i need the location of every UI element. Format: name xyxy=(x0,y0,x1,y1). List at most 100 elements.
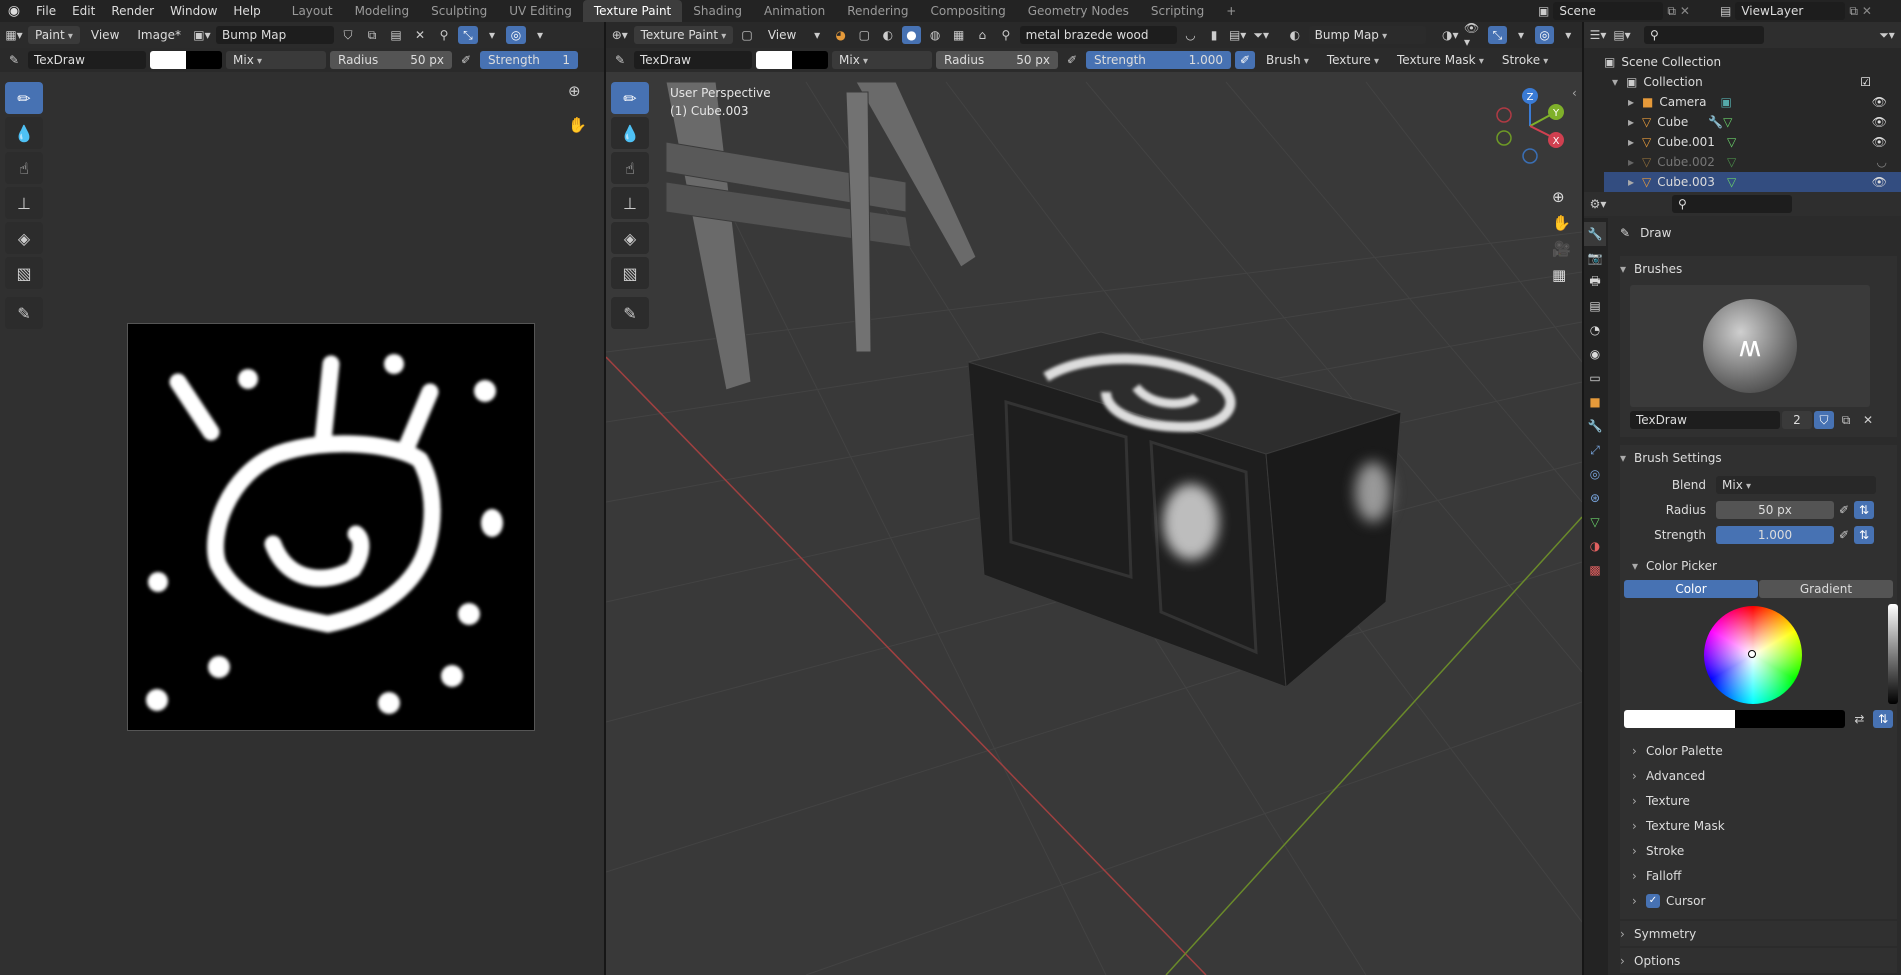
mesh-data-icon[interactable]: ▽ xyxy=(1727,155,1736,169)
brush-settings-panel-header[interactable]: ▾ Brush Settings xyxy=(1620,445,1897,470)
view-layer-tab-icon[interactable]: ▤ xyxy=(1584,294,1606,318)
tab-sculpting[interactable]: Sculpting xyxy=(420,0,498,22)
editor-type-icon[interactable]: ▦▾ xyxy=(4,26,24,44)
color-wheel[interactable] xyxy=(1704,606,1802,704)
section-cursor[interactable]: › ✓ Cursor xyxy=(1620,888,1897,913)
viewlayer-field[interactable]: ViewLayer xyxy=(1735,2,1846,20)
strength-unit-icon[interactable]: ⇅ xyxy=(1854,525,1874,544)
blend-dropdown[interactable]: Mix xyxy=(1716,475,1876,494)
duplicate-brush-icon[interactable]: ⧉ xyxy=(1836,411,1856,429)
tool-tab-icon[interactable]: 🔧 xyxy=(1584,222,1606,246)
shading-options-icon[interactable]: ▦ xyxy=(949,26,969,44)
radius-slider[interactable]: 50 px xyxy=(1716,500,1834,519)
outliner-filter-icon[interactable]: ⏷▾ xyxy=(1877,26,1897,44)
tab-modeling[interactable]: Modeling xyxy=(344,0,421,22)
visibility-eye-icon[interactable]: 👁 xyxy=(1872,135,1887,149)
radius-pressure-icon[interactable]: ✐ xyxy=(456,51,476,69)
bookmark-icon[interactable]: ▮ xyxy=(1204,26,1224,44)
section-advanced[interactable]: › Advanced xyxy=(1620,763,1897,788)
shading-extra-icon[interactable]: ⌂ xyxy=(972,26,992,44)
brushes-panel-header[interactable]: ▾ Brushes xyxy=(1620,256,1897,281)
strength-slider[interactable]: 1.000 xyxy=(1716,525,1834,544)
overlay-toggle-icon[interactable]: ◎ xyxy=(505,26,526,44)
shading-wire-icon[interactable]: ▢ xyxy=(855,26,875,44)
stroke-menu[interactable]: Stroke xyxy=(1495,51,1555,69)
blend-dropdown[interactable]: Mix xyxy=(226,51,326,69)
visibility-eye-icon[interactable]: 👁 xyxy=(1872,95,1887,109)
layout-icon[interactable]: ▤▾ xyxy=(1228,26,1248,44)
blender-logo-icon[interactable]: ◉ xyxy=(0,3,28,19)
physics-tab-icon[interactable]: ◎ xyxy=(1584,462,1606,486)
material-search-field[interactable]: metal brazede wood xyxy=(1019,26,1177,44)
render-tab-icon[interactable]: 📷 xyxy=(1584,246,1606,270)
tab-animation[interactable]: Animation xyxy=(753,0,836,22)
navigation-gizmo[interactable]: Z Y X xyxy=(1490,86,1570,166)
new-image-icon[interactable]: ⧉ xyxy=(362,26,382,44)
image-browse-icon[interactable]: ▣▾ xyxy=(192,26,212,44)
color-picker-subpanel-header[interactable]: ▾ Color Picker xyxy=(1620,553,1897,578)
constraints-tab-icon[interactable]: ⊛ xyxy=(1584,486,1606,510)
viewlayer-copy-icon[interactable]: ⧉ xyxy=(1849,4,1858,19)
outliner-row-cube001[interactable]: ▸ ▽ Cube.001 ▽ 👁 xyxy=(1604,132,1901,152)
viewlayer-icon[interactable]: ▤ xyxy=(1720,4,1731,18)
strength-slider[interactable]: Strength 1 xyxy=(480,51,578,69)
value-slider[interactable] xyxy=(1888,604,1898,704)
section-color-palette[interactable]: › Color Palette xyxy=(1620,738,1897,763)
menu-file[interactable]: File xyxy=(28,0,64,22)
properties-editor-icon[interactable]: ⚙▾ xyxy=(1588,195,1608,213)
tab-shading[interactable]: Shading xyxy=(682,0,753,22)
menu-window[interactable]: Window xyxy=(162,0,225,22)
options-panel-header[interactable]: › Options xyxy=(1620,948,1897,973)
scene-copy-icon[interactable]: ⧉ xyxy=(1667,4,1676,19)
primary-color-swatch[interactable] xyxy=(1624,710,1735,728)
vp-draw-tool-icon[interactable]: ✏ xyxy=(611,82,649,114)
viewlayer-close-icon[interactable]: ✕ xyxy=(1862,4,1872,18)
shading-rendered-icon[interactable]: ◍ xyxy=(925,26,945,44)
filter-icon[interactable]: ⏷▾ xyxy=(1251,26,1271,44)
expand-arrow-icon[interactable]: ▾ xyxy=(1612,75,1626,89)
scene-collection-row[interactable]: ▣ Scene Collection xyxy=(1604,52,1901,72)
color-unified-icon[interactable]: ⇅ xyxy=(1873,710,1893,728)
viewport-strength-pressure-icon[interactable]: ✐ xyxy=(1235,51,1255,69)
gradient-tab[interactable]: Gradient xyxy=(1759,580,1893,598)
vp-soften-tool-icon[interactable]: 💧 xyxy=(611,117,649,149)
modifier-tab-icon[interactable]: 🔧 xyxy=(1584,414,1606,438)
viewport-brush-field[interactable]: TexDraw xyxy=(634,51,752,69)
tab-uv-editing[interactable]: UV Editing xyxy=(498,0,583,22)
outliner-display-icon[interactable]: ▤▾ xyxy=(1612,26,1632,44)
mesh-data-icon[interactable]: ▽ xyxy=(1727,135,1736,149)
visibility-eye-icon[interactable]: 👁 xyxy=(1872,115,1887,129)
viewport-paint-mask-icon[interactable]: ▢ xyxy=(737,26,757,44)
image-sphere-icon[interactable]: ◐ xyxy=(1285,26,1305,44)
menu-help[interactable]: Help xyxy=(225,0,268,22)
scene-close-icon[interactable]: ✕ xyxy=(1680,4,1690,18)
shading-material-icon[interactable]: ◐ xyxy=(878,26,898,44)
bump-map-canvas[interactable] xyxy=(127,323,535,731)
mask-tool-icon[interactable]: ▧ xyxy=(5,257,43,289)
image-menu[interactable]: Image* xyxy=(130,26,188,44)
hidden-eye-icon[interactable]: ◡ xyxy=(1877,155,1887,169)
outliner-editor-icon[interactable]: ☰▾ xyxy=(1588,26,1608,44)
texture-mask-menu[interactable]: Texture Mask xyxy=(1390,51,1491,69)
scene-field[interactable]: Scene xyxy=(1553,2,1664,20)
menu-edit[interactable]: Edit xyxy=(64,0,103,22)
shading-texture-icon[interactable]: ● xyxy=(901,26,922,44)
radius-slider[interactable]: Radius 50 px xyxy=(330,51,452,69)
tab-layout[interactable]: Layout xyxy=(281,0,344,22)
strength-pressure-icon[interactable]: ✐ xyxy=(1834,526,1854,544)
scene-icon[interactable]: ▣ xyxy=(1538,4,1549,18)
outliner-search-field[interactable]: ⚲ xyxy=(1644,26,1764,44)
brush-users-count[interactable]: 2 xyxy=(1782,411,1812,429)
vp-pan-hand-icon[interactable]: ✋ xyxy=(1552,214,1571,232)
scene-tab-icon[interactable]: ◔ xyxy=(1584,318,1606,342)
viewport-editor-type-icon[interactable]: ⊕▾ xyxy=(610,26,630,44)
gizmo-dropdown-icon[interactable]: ▾ xyxy=(482,26,502,44)
outliner-row-camera[interactable]: ▸ ■ Camera ▣ 👁 xyxy=(1604,92,1901,112)
viewport-view-menu[interactable]: View xyxy=(761,26,803,44)
particles-tab-icon[interactable]: ⤢ xyxy=(1584,438,1606,462)
mode-dropdown[interactable]: Paint xyxy=(28,26,80,44)
unlink-image-icon[interactable]: ✕ xyxy=(410,26,430,44)
viewport-strength-slider[interactable]: Strength 1.000 xyxy=(1086,51,1231,69)
mesh-data-icon[interactable]: ▽ xyxy=(1727,175,1736,189)
data-tab-icon[interactable]: ▽ xyxy=(1584,510,1606,534)
